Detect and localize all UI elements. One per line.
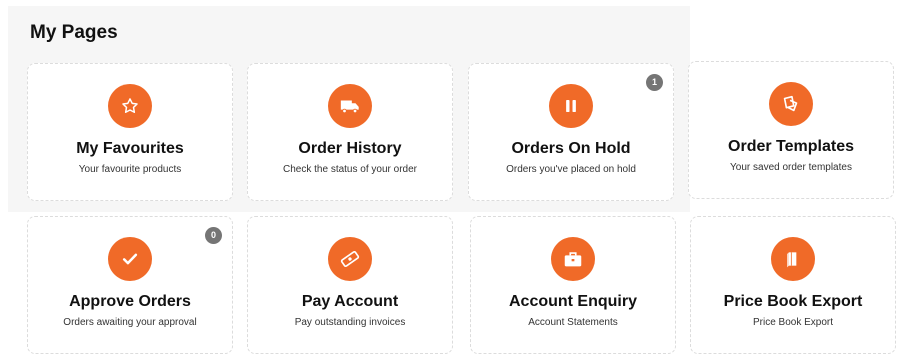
briefcase-icon bbox=[551, 237, 595, 281]
pause-icon bbox=[549, 84, 593, 128]
card-title: Order Templates bbox=[728, 138, 854, 155]
card-subtitle: Orders you've placed on hold bbox=[506, 164, 636, 175]
card-title: Approve Orders bbox=[69, 293, 191, 310]
orders-on-hold-card[interactable]: 1 Orders On Hold Orders you've placed on… bbox=[468, 63, 674, 201]
order-templates-card[interactable]: Order Templates Your saved order templat… bbox=[688, 61, 894, 199]
card-subtitle: Price Book Export bbox=[752, 317, 834, 328]
hold-count-badge: 1 bbox=[646, 74, 663, 91]
card-title: My Favourites bbox=[76, 140, 184, 157]
account-enquiry-card[interactable]: Account Enquiry Account Statements bbox=[470, 216, 676, 354]
card-subtitle: Orders awaiting your approval bbox=[63, 317, 197, 328]
truck-icon bbox=[328, 84, 372, 128]
card-title: Account Enquiry bbox=[508, 293, 637, 310]
pay-account-card[interactable]: Pay Account Pay outstanding invoices bbox=[247, 216, 453, 354]
card-subtitle: Your saved order templates bbox=[730, 162, 852, 173]
ticket-icon bbox=[328, 237, 372, 281]
card-title: Price Book Export bbox=[723, 293, 863, 310]
checkmark-icon bbox=[108, 237, 152, 281]
card-subtitle: Account Statements bbox=[528, 317, 618, 328]
approve-orders-card[interactable]: 0 Approve Orders Orders awaiting your ap… bbox=[27, 216, 233, 354]
card-title: Orders On Hold bbox=[511, 140, 631, 157]
order-history-card[interactable]: Order History Check the status of your o… bbox=[247, 63, 453, 201]
book-icon bbox=[771, 237, 815, 281]
card-subtitle: Your favourite products bbox=[78, 164, 182, 175]
card-title: Pay Account bbox=[301, 293, 399, 310]
approval-count-badge: 0 bbox=[205, 227, 222, 244]
templates-icon bbox=[769, 82, 813, 126]
page-title: My Pages bbox=[30, 22, 118, 43]
card-subtitle: Check the status of your order bbox=[283, 164, 417, 175]
card-title: Order History bbox=[298, 140, 402, 157]
card-subtitle: Pay outstanding invoices bbox=[294, 317, 406, 328]
star-icon bbox=[108, 84, 152, 128]
price-book-export-card[interactable]: Price Book Export Price Book Export bbox=[690, 216, 896, 354]
my-favourites-card[interactable]: My Favourites Your favourite products bbox=[27, 63, 233, 201]
